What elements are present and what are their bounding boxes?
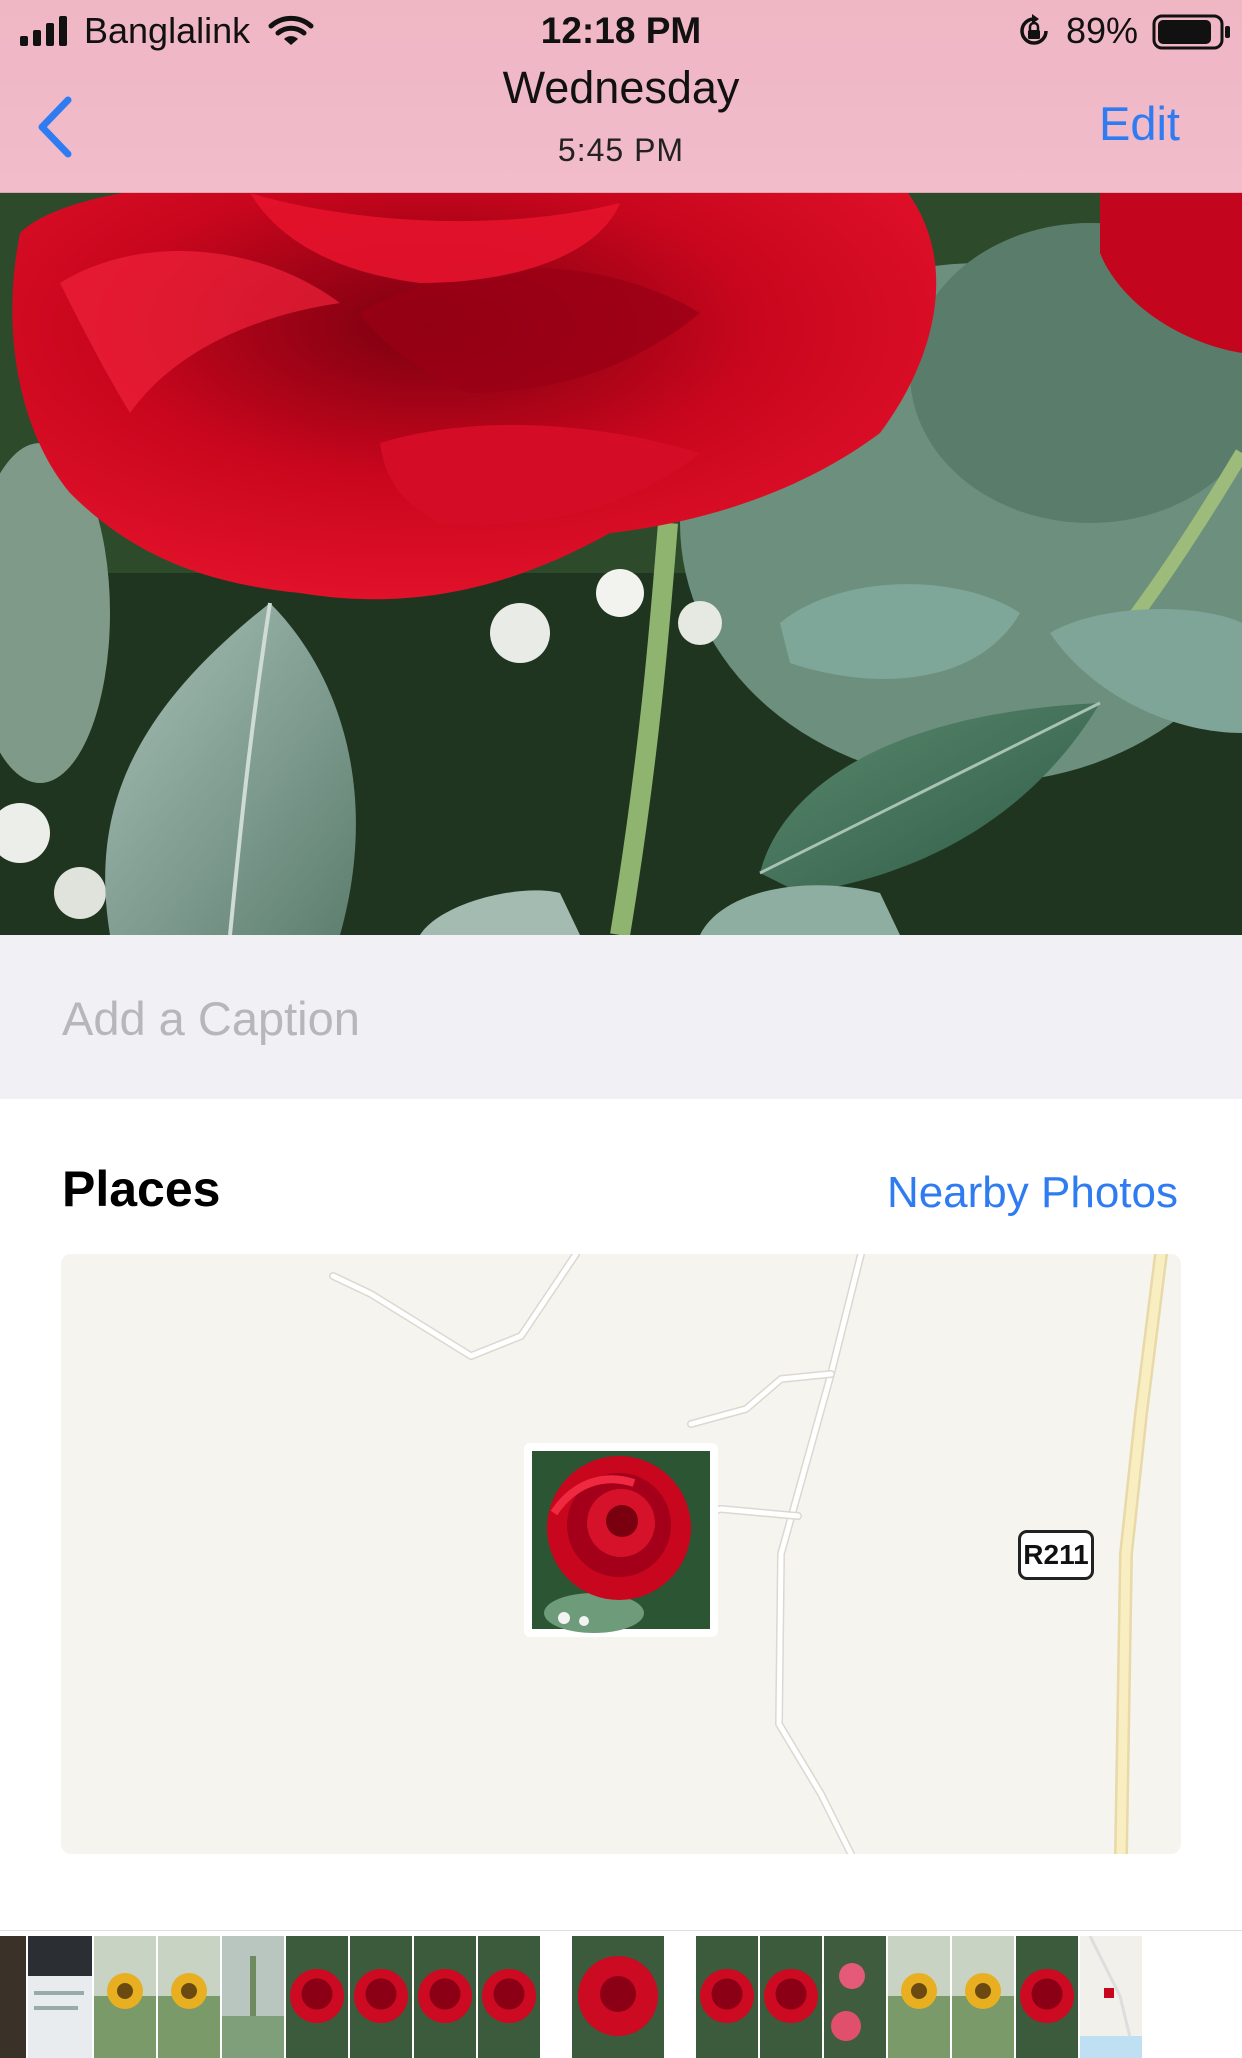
- filmstrip-thumbnail[interactable]: [414, 1936, 476, 2058]
- filmstrip-thumbnail[interactable]: [94, 1936, 156, 2058]
- places-heading: Places: [62, 1161, 221, 1217]
- photo-location-pin[interactable]: [524, 1443, 718, 1653]
- filmstrip-thumbnail[interactable]: [824, 1936, 886, 2058]
- edit-button[interactable]: Edit: [1099, 96, 1180, 151]
- rose-photo-image: [0, 193, 1242, 935]
- filmstrip-thumbnail[interactable]: [696, 1936, 758, 2058]
- filmstrip-thumbnail[interactable]: [760, 1936, 822, 2058]
- road-label-r211: R211: [1018, 1530, 1094, 1580]
- status-bar: Banglalink 12:18 PM 89%: [0, 0, 1242, 64]
- filmstrip-thumbnail[interactable]: [952, 1936, 1014, 2058]
- battery-icon: [1152, 14, 1230, 50]
- map-pin-icon: [524, 1443, 718, 1653]
- caption-placeholder: Add a Caption: [62, 992, 360, 1045]
- filmstrip-thumbnail[interactable]: [888, 1936, 950, 2058]
- filmstrip-thumbnail[interactable]: [28, 1936, 92, 2058]
- photo-date-title: Wednesday: [502, 62, 740, 113]
- filmstrip-thumbnail[interactable]: [286, 1936, 348, 2058]
- navigation-header: Banglalink 12:18 PM 89% Wednesday 5:45 P…: [0, 0, 1242, 193]
- battery-percentage: 89%: [1066, 10, 1139, 51]
- rotation-lock-icon: [1020, 14, 1048, 45]
- filmstrip-thumbnail[interactable]: [1016, 1936, 1078, 2058]
- filmstrip-thumbnail[interactable]: [478, 1936, 540, 2058]
- filmstrip-thumbnail[interactable]: [158, 1936, 220, 2058]
- photo-time-subtitle: 5:45 PM: [557, 132, 685, 168]
- filmstrip-thumbnail[interactable]: [0, 1936, 26, 2058]
- filmstrip-thumbnail[interactable]: [1080, 1936, 1142, 2058]
- photo-filmstrip[interactable]: [0, 1930, 1242, 2058]
- status-time: 12:18 PM: [540, 10, 702, 51]
- rose-photo[interactable]: [0, 193, 1242, 935]
- caption-field[interactable]: Add a Caption: [0, 935, 1242, 1099]
- nearby-photos-button[interactable]: Nearby Photos: [887, 1168, 1178, 1218]
- filmstrip-thumbnail[interactable]: [572, 1936, 664, 2058]
- filmstrip-thumbnail[interactable]: [350, 1936, 412, 2058]
- filmstrip-thumbnail[interactable]: [222, 1936, 284, 2058]
